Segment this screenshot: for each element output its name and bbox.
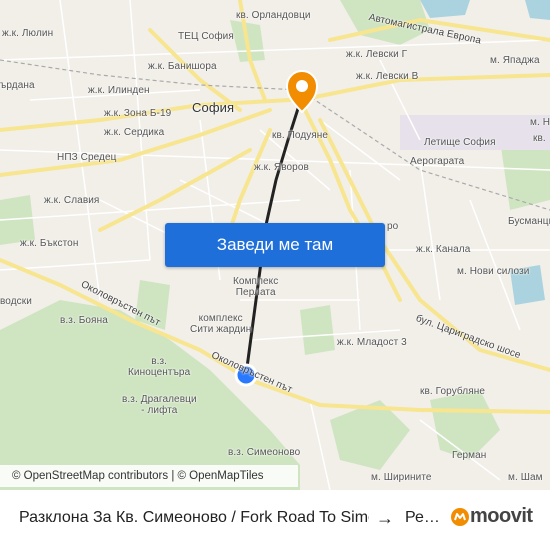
water-area — [525, 0, 550, 20]
map-label: ж.к. Младост 3 — [337, 337, 407, 348]
map-label: кв. Орландовци — [236, 10, 311, 21]
map-label: кв. Подуяне — [272, 130, 329, 141]
boulevard — [0, 108, 272, 177]
map-label: ж.к. Левски Г — [346, 49, 408, 60]
map-label: комплекс Сити жардин — [190, 313, 252, 335]
map-label: Аерогарата — [410, 156, 465, 167]
park-area — [300, 305, 335, 355]
water-area — [420, 0, 470, 18]
map-label: ж.к. Банишора — [148, 61, 217, 72]
map-label: ж.к. Канала — [416, 244, 471, 255]
boulevard — [298, 73, 550, 102]
map-label: м. Ширините — [371, 472, 432, 483]
arrow-right-icon: → — [376, 508, 394, 528]
map-label: Комплекс Перлата — [233, 276, 279, 298]
map-label: в.з. Симеоново — [228, 447, 301, 458]
map-label: ТЕЦ София — [178, 31, 234, 42]
map-label: водски — [0, 296, 32, 307]
route-origin-name: Разклона За Кв. Симеоново / Fork Road To… — [19, 509, 369, 526]
map-label: Герман — [452, 450, 487, 461]
brand-name: moovit — [470, 505, 533, 527]
map-label: кв. — [533, 133, 546, 144]
destination-pin — [285, 70, 319, 114]
map-label: в.з. Драгалевци - лифта — [122, 394, 197, 416]
map-label: ро — [387, 221, 399, 232]
map-label: м. Япаджа — [490, 55, 540, 66]
map-label: София — [192, 100, 235, 115]
map-label: ж.к. Зона Б-19 — [104, 108, 172, 119]
map-label: ж.к. Славия — [44, 195, 100, 206]
moovit-logo[interactable]: moovit — [450, 505, 533, 528]
map-label: в.з. Бояна — [60, 315, 108, 326]
map-view[interactable]: кв. Орландовци Автомагистрала Европа ж.к… — [0, 0, 550, 490]
map-attribution[interactable]: © OpenStreetMap contributors | © OpenMap… — [0, 465, 298, 487]
map-label: м. Нови силози — [457, 266, 530, 277]
boulevard — [98, 148, 252, 232]
map-label: ж.к. Левски В — [356, 71, 419, 82]
map-label: в.з. Киноцентъра — [128, 356, 191, 378]
take-me-there-button[interactable]: Заведи ме там — [165, 223, 385, 267]
map-label: НПЗ Средец — [57, 152, 117, 163]
map-label: м. Шам — [508, 472, 543, 483]
map-label: ърдана — [0, 80, 35, 91]
map-label: Бусманци — [508, 216, 550, 227]
map-label: Летище София — [424, 137, 496, 148]
moovit-icon — [451, 507, 469, 526]
map-label: м. Н — [530, 117, 550, 128]
map-label: кв. Горубляне — [420, 386, 486, 397]
map-label: ж.к. Сердика — [104, 127, 165, 138]
map-label: ж.к. Люлин — [2, 28, 54, 39]
map-label: ж.к. Бъкстон — [20, 238, 79, 249]
map-label: ж.к. Илинден — [88, 85, 150, 96]
route-destination-name: Ре… — [405, 509, 440, 526]
map-label: ж.к. Яворов — [254, 162, 309, 173]
